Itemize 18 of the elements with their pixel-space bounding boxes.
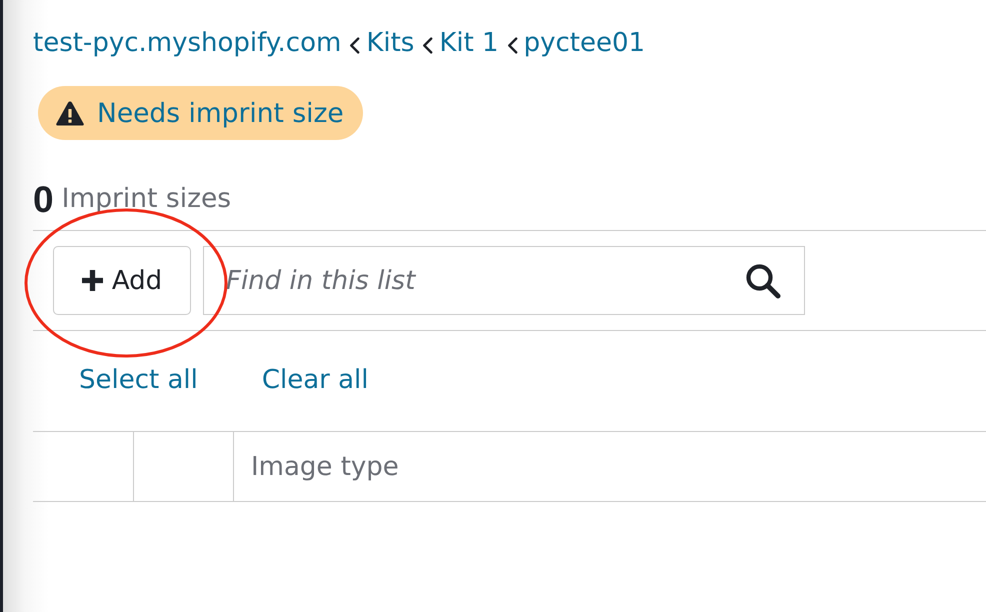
selection-link[interactable]: Clear all — [262, 365, 368, 395]
column-header: Image type — [251, 452, 399, 482]
badge-text: Needs imprint size — [97, 98, 344, 128]
add-button[interactable]: Add — [53, 246, 191, 315]
chevron-icon — [422, 36, 434, 54]
breadcrumb-link[interactable]: test-pyc.myshopify.com — [33, 27, 342, 59]
breadcrumb-link[interactable]: Kit 1 — [439, 27, 499, 59]
plus-icon — [82, 270, 103, 291]
search-field[interactable]: Find in this list — [203, 246, 805, 315]
list-title: Imprint sizes — [62, 185, 232, 213]
item-count: 0 — [33, 183, 54, 217]
search-icon[interactable] — [745, 262, 781, 298]
warning-icon — [55, 100, 85, 126]
breadcrumb-link[interactable]: pyctee01 — [524, 27, 646, 59]
chevron-icon — [506, 36, 518, 54]
chevron-icon — [349, 36, 360, 54]
selection-link[interactable]: Select all — [79, 365, 198, 395]
breadcrumb-link[interactable]: Kits — [366, 27, 414, 59]
